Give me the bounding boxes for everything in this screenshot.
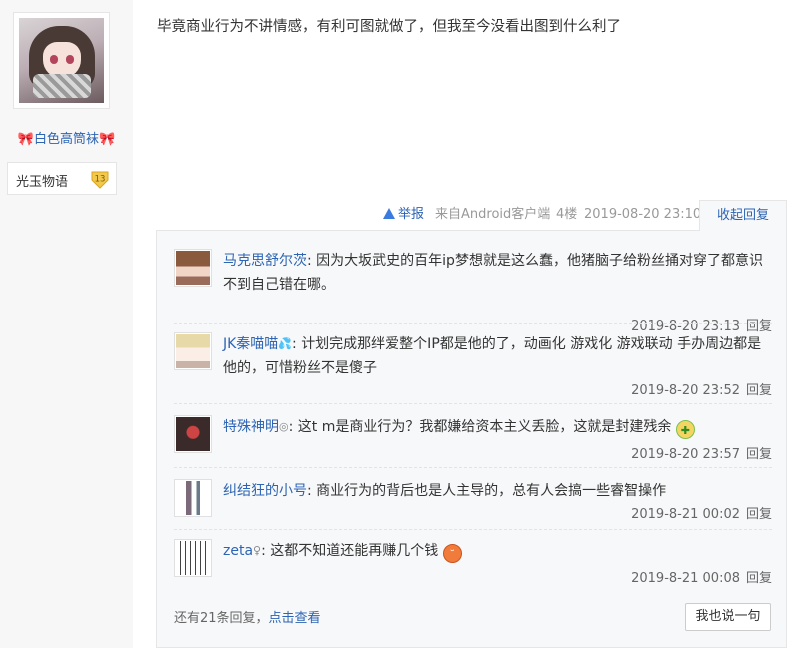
anime-avatar-icon — [176, 334, 210, 368]
reply-text-block: 马克思舒尔茨: 因为大坂武史的百年ip梦想就是这么蠢，他猪脑子给粉丝捅对穿了都意… — [223, 253, 763, 293]
view-more-link[interactable]: 点击查看 — [269, 611, 321, 626]
level-number: 13 — [95, 175, 106, 185]
collapse-replies-button[interactable]: 收起回复 — [699, 200, 787, 231]
author-username-row[interactable]: 🎀白色高筒袜🎀 — [0, 128, 133, 147]
reply-panel: 马克思舒尔茨: 因为大坂武史的百年ip梦想就是这么蠢，他猪脑子给粉丝捅对穿了都意… — [156, 230, 787, 648]
author-panel: 🎀白色高筒袜🎀 光玉物语 13 — [0, 0, 133, 648]
reply-divider — [174, 467, 772, 468]
reply-username[interactable]: JK秦喵喵 — [223, 336, 278, 352]
report-link[interactable]: 举报 — [383, 207, 424, 223]
reply-avatar[interactable] — [174, 249, 212, 287]
anime-avatar-icon — [176, 251, 210, 285]
anime-avatar-icon — [176, 417, 210, 451]
sick-face-emoji-icon: ✚ — [675, 420, 695, 439]
report-label[interactable]: 举报 — [398, 207, 424, 222]
reply-time: 2019-8-21 00:02 — [631, 507, 740, 522]
reply-text-block: JK秦喵喵💦: 计划完成那绊爱整个IP都是他的了，动画化 游戏化 游戏联动 手办… — [223, 332, 775, 380]
female-symbol-icon: ♀ — [253, 544, 262, 557]
reply-time: 2019-8-20 23:52 — [631, 383, 740, 398]
text-avatar-icon — [176, 541, 210, 575]
reply-text-block: 纠结狂的小号: 商业行为的背后也是人主导的，总有人会搞一些睿智操作 — [223, 483, 667, 499]
reply-content: 这t m是商业行为？我都嫌给资本主义丢脸，这就是封建残余 — [297, 419, 672, 435]
more-replies: 还有21条回复，点击查看 — [174, 607, 321, 626]
forum-name: 光玉物语 — [16, 175, 69, 190]
reply-username[interactable]: 纠结狂的小号 — [223, 483, 307, 499]
level-badge-icon: 13 — [91, 171, 109, 189]
reply-content: 计划完成那绊爱整个IP都是他的了，动画化 游戏化 游戏联动 手办周边都是他的，可… — [223, 336, 762, 376]
reply-avatar[interactable] — [174, 332, 212, 370]
reply-meta: 2019-8-21 00:02 回复 — [631, 507, 772, 523]
author-avatar-image — [19, 18, 104, 103]
reply-divider — [174, 529, 772, 530]
reply-username[interactable]: zeta — [223, 543, 253, 559]
reply-avatar[interactable] — [174, 539, 212, 577]
reply-meta: 2019-8-21 00:08 回复 — [631, 571, 772, 587]
author-avatar[interactable] — [13, 12, 110, 109]
reply-divider — [174, 323, 772, 324]
reply-meta: 2019-8-20 23:57 回复 — [631, 447, 772, 463]
reply-time: 2019-8-21 00:08 — [631, 571, 740, 586]
reply-avatar[interactable] — [174, 479, 212, 517]
sweat-drops-icon: 💦 — [278, 337, 293, 350]
reply-meta: 2019-8-20 23:52 回复 — [631, 383, 772, 399]
post-time: 2019-08-20 23:10 — [584, 207, 702, 222]
post-source: 来自Android客户端 — [435, 207, 551, 222]
reply-text-block: zeta♀: 这都不知道还能再赚几个钱 ˘ — [223, 539, 775, 563]
author-username[interactable]: 白色高筒袜 — [34, 132, 99, 147]
reply-username[interactable]: 特殊神明 — [223, 419, 279, 435]
target-icon: ◎ — [279, 420, 289, 433]
reply-button[interactable]: 回复 — [746, 507, 772, 522]
bow-icon: 🎀 — [17, 132, 34, 147]
reply-content: 这都不知道还能再赚几个钱 — [270, 543, 439, 559]
reply-text-block: 特殊神明◎: 这t m是商业行为？我都嫌给资本主义丢脸，这就是封建残余 ✚ — [223, 415, 775, 439]
reply-divider — [174, 403, 772, 404]
reply-time: 2019-8-20 23:57 — [631, 447, 740, 462]
angry-face-emoji-icon: ˘ — [442, 544, 462, 563]
reply-button[interactable]: 回复 — [746, 571, 772, 586]
reply-avatar[interactable] — [174, 415, 212, 453]
reply-button[interactable]: 回复 — [746, 447, 772, 462]
figure-avatar-icon — [176, 481, 210, 515]
reply-username[interactable]: 马克思舒尔茨 — [223, 253, 307, 269]
post-floor: 4楼 — [556, 207, 578, 222]
bow-icon: 🎀 — [99, 132, 116, 147]
warning-icon — [383, 208, 395, 219]
post-content: 毕竟商业行为不讲情感，有利可图就做了，但我至今没看出图到什么利了 — [157, 19, 621, 35]
reply-button[interactable]: 回复 — [746, 383, 772, 398]
add-comment-button[interactable]: 我也说一句 — [685, 603, 771, 631]
more-replies-text: 还有21条回复， — [174, 611, 269, 626]
forum-level-badge[interactable]: 光玉物语 13 — [7, 162, 117, 195]
reply-content: 商业行为的背后也是人主导的，总有人会搞一些睿智操作 — [316, 483, 667, 499]
